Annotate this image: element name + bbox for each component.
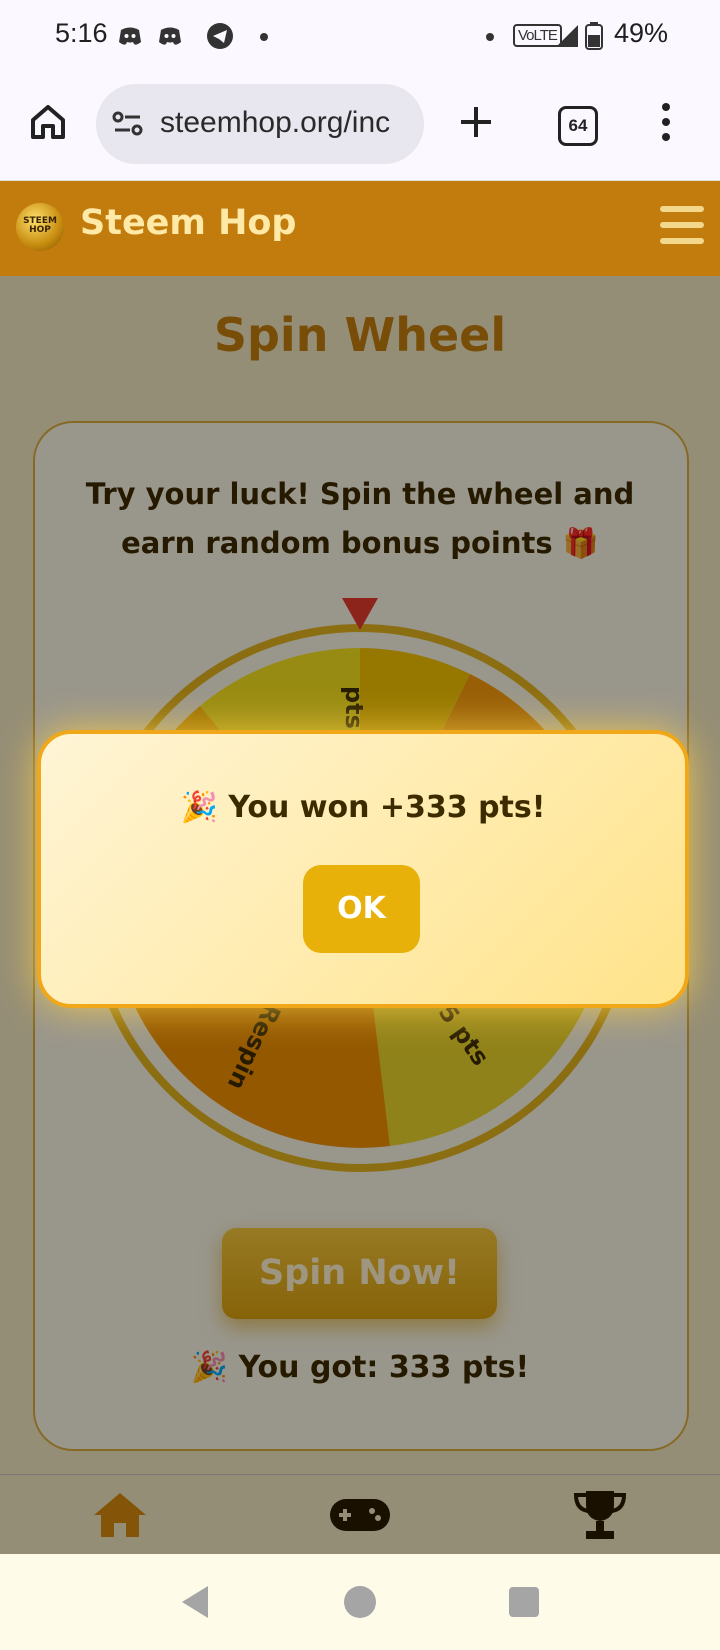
back-icon[interactable] — [180, 1584, 212, 1620]
home-icon[interactable] — [28, 102, 68, 142]
discord-icon — [119, 27, 141, 45]
system-nav-bar — [0, 1554, 720, 1650]
hamburger-line — [660, 222, 704, 228]
browser-toolbar: steemhop.org/inc 64 — [0, 72, 720, 181]
app-title[interactable]: Steem Hop — [80, 203, 296, 243]
app-logo[interactable]: STEEM HOP — [16, 203, 64, 251]
url-text[interactable]: steemhop.org/inc — [160, 106, 390, 140]
win-message: 🎉 You won +333 pts! — [180, 790, 546, 825]
hamburger-line — [660, 206, 704, 212]
hamburger-line — [660, 238, 704, 244]
app-header: STEEM HOP Steem Hop — [0, 181, 720, 276]
battery-percent: 49% — [614, 18, 669, 48]
recents-icon[interactable] — [508, 1586, 540, 1618]
telegram-icon — [207, 23, 233, 49]
url-bar[interactable]: steemhop.org/inc — [96, 84, 424, 164]
signal-icon — [556, 25, 578, 47]
discord-icon — [159, 27, 181, 45]
new-tab-icon[interactable] — [456, 102, 496, 142]
home-circle-icon[interactable] — [343, 1585, 377, 1619]
status-bar: 5:16 VoLTE 49% — [0, 0, 720, 72]
battery-icon — [585, 22, 603, 50]
ok-button[interactable]: OK — [303, 865, 420, 953]
status-time: 5:16 — [55, 18, 108, 48]
notification-dot-icon — [486, 33, 494, 41]
win-dialog: 🎉 You won +333 pts! OK — [37, 730, 689, 1008]
notification-dot-icon — [260, 33, 268, 41]
site-settings-icon[interactable] — [112, 110, 144, 138]
tab-switcher-button[interactable]: 64 — [558, 106, 598, 146]
menu-button[interactable] — [660, 206, 704, 254]
logo-text: STEEM HOP — [23, 216, 57, 235]
more-options-icon[interactable] — [660, 102, 672, 142]
